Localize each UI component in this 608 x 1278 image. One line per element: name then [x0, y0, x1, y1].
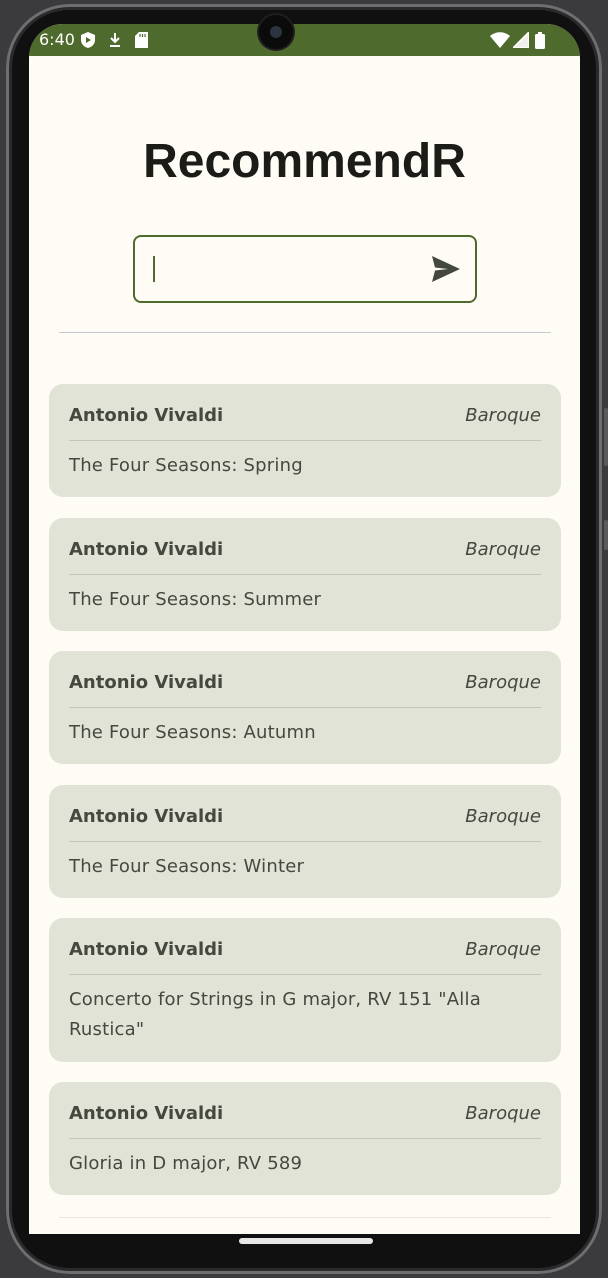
card-header: Antonio Vivaldi Baroque	[69, 651, 541, 708]
recommendation-card[interactable]: Antonio Vivaldi Baroque Gloria in D majo…	[49, 1082, 561, 1195]
card-header: Antonio Vivaldi Baroque	[69, 518, 541, 575]
power-button	[604, 520, 608, 550]
composer-name: Antonio Vivaldi	[69, 405, 224, 426]
search-box[interactable]	[133, 235, 477, 303]
search-input[interactable]	[153, 245, 417, 291]
status-time: 6:40	[39, 30, 75, 49]
music-period: Baroque	[465, 539, 541, 560]
music-period: Baroque	[465, 1103, 541, 1124]
work-title: The Four Seasons: Spring	[69, 455, 303, 476]
recommendation-card[interactable]: Antonio Vivaldi Baroque The Four Seasons…	[49, 384, 561, 497]
app-title: RecommendR	[143, 135, 466, 188]
sd-card-icon	[135, 32, 148, 48]
home-gesture-bar[interactable]	[239, 1238, 373, 1244]
recommendation-card[interactable]: Antonio Vivaldi Baroque Concerto for Str…	[49, 918, 561, 1062]
front-camera	[259, 15, 293, 49]
music-period: Baroque	[465, 806, 541, 827]
composer-name: Antonio Vivaldi	[69, 672, 224, 693]
music-period: Baroque	[465, 672, 541, 693]
download-icon	[110, 33, 120, 47]
work-title: Concerto for Strings in G major, RV 151 …	[69, 989, 481, 1040]
recommendation-card[interactable]: Antonio Vivaldi Baroque The Four Seasons…	[49, 651, 561, 764]
card-header: Antonio Vivaldi Baroque	[69, 785, 541, 842]
composer-name: Antonio Vivaldi	[69, 939, 224, 960]
work-title: Gloria in D major, RV 589	[69, 1153, 303, 1174]
next-card-edge	[59, 1217, 551, 1218]
work-title: The Four Seasons: Autumn	[69, 722, 316, 743]
status-bar: 6:40	[29, 24, 580, 56]
volume-button	[604, 408, 608, 466]
battery-icon	[535, 32, 545, 49]
card-header: Antonio Vivaldi Baroque	[69, 918, 541, 975]
card-header: Antonio Vivaldi Baroque	[69, 384, 541, 441]
app-screen: 6:40 RecommendR Antonio Vivaldi Baroque …	[29, 24, 580, 1234]
send-icon[interactable]	[431, 255, 461, 283]
composer-name: Antonio Vivaldi	[69, 806, 224, 827]
composer-name: Antonio Vivaldi	[69, 1103, 224, 1124]
work-title: The Four Seasons: Summer	[69, 589, 322, 610]
signal-icon	[513, 32, 529, 48]
shield-play-icon	[81, 32, 95, 48]
composer-name: Antonio Vivaldi	[69, 539, 224, 560]
divider	[59, 332, 551, 333]
work-title: The Four Seasons: Winter	[69, 856, 305, 877]
card-header: Antonio Vivaldi Baroque	[69, 1082, 541, 1139]
text-cursor	[153, 256, 155, 282]
music-period: Baroque	[465, 939, 541, 960]
music-period: Baroque	[465, 405, 541, 426]
recommendation-card[interactable]: Antonio Vivaldi Baroque The Four Seasons…	[49, 518, 561, 631]
wifi-icon	[490, 32, 510, 48]
recommendation-card[interactable]: Antonio Vivaldi Baroque The Four Seasons…	[49, 785, 561, 898]
